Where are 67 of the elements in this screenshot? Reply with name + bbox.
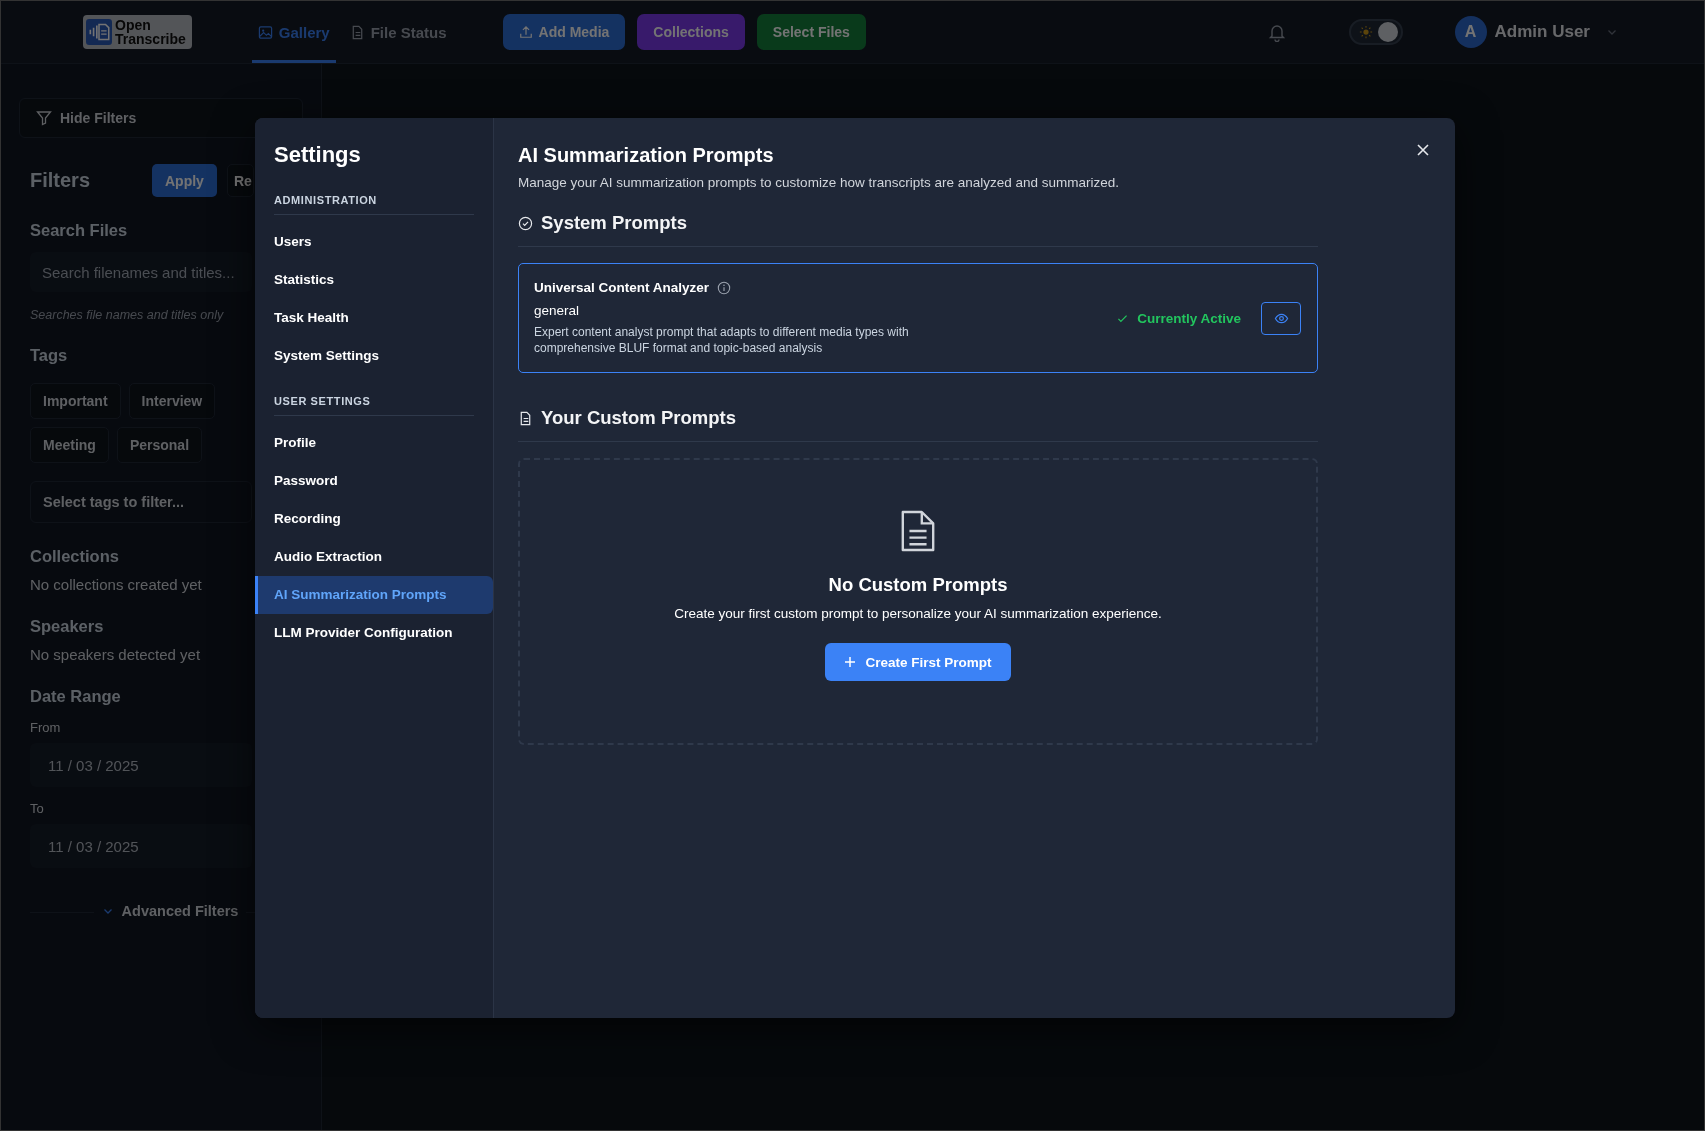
- field-label: To: [30, 801, 44, 816]
- section-heading: Tags: [30, 346, 68, 365]
- hide-filters-button[interactable]: Hide Filters: [19, 98, 303, 138]
- notification-bell-icon[interactable]: [1266, 22, 1287, 42]
- settings-menu-item[interactable]: Password: [255, 462, 493, 500]
- section-heading: Your Custom Prompts: [541, 407, 736, 429]
- check-circle-icon: [518, 215, 533, 231]
- header-button[interactable]: Collections: [637, 14, 745, 50]
- settings-menu-item[interactable]: Task Health: [255, 299, 493, 337]
- settings-menu-item[interactable]: AI Summarization Prompts: [255, 576, 493, 614]
- tag-chip[interactable]: Meeting: [30, 427, 109, 463]
- filter-icon: [36, 110, 52, 126]
- page-title: AI Summarization Prompts: [518, 144, 774, 167]
- section-label: USER SETTINGS: [274, 395, 474, 416]
- settings-menu-item[interactable]: Profile: [255, 424, 493, 462]
- prompt-name: Universal Content Analyzer: [534, 280, 710, 295]
- app-logo[interactable]: Open Transcribe: [83, 15, 192, 49]
- view-button[interactable]: [1261, 301, 1301, 335]
- document-icon: [899, 510, 937, 552]
- user-name: Admin User: [1494, 22, 1590, 42]
- sun-icon: [1358, 25, 1373, 39]
- settings-menu-item[interactable]: Audio Extraction: [255, 538, 493, 576]
- field-label: From: [30, 720, 61, 735]
- settings-menu-item[interactable]: Recording: [255, 500, 493, 538]
- create-prompt-button[interactable]: Create First Prompt: [825, 643, 1011, 681]
- reset-button[interactable]: Re: [226, 164, 254, 197]
- document-icon: [518, 410, 533, 426]
- image-icon: [257, 24, 273, 40]
- section-heading: Date Range: [30, 687, 121, 706]
- nav-tab[interactable]: File Status: [343, 1, 453, 63]
- user-menu[interactable]: A Admin User: [1454, 16, 1618, 48]
- settings-menu-item[interactable]: Users: [255, 223, 493, 261]
- tag-chip[interactable]: Important: [30, 383, 121, 419]
- plus-icon: [844, 656, 857, 668]
- empty-message: No collections created yet: [30, 576, 202, 593]
- filters-title: Filters: [30, 169, 92, 192]
- info-icon[interactable]: [717, 280, 732, 295]
- header-button[interactable]: Select Files: [756, 14, 866, 50]
- waveform-document-icon: [86, 19, 112, 45]
- tag-chip[interactable]: Personal: [116, 427, 203, 463]
- empty-title: No Custom Prompts: [828, 574, 1008, 596]
- empty-message: Create your first custom prompt to personalize your AI summarization experience.: [674, 606, 1162, 621]
- upload-icon: [518, 25, 533, 39]
- advanced-filters-toggle[interactable]: Advanced Filters: [93, 903, 247, 919]
- section-heading: Search Files: [30, 221, 128, 240]
- header-button[interactable]: Add Media: [502, 14, 626, 50]
- empty-message: No speakers detected yet: [30, 646, 201, 663]
- user-avatar: A: [1454, 16, 1487, 48]
- tag-select-field[interactable]: Select tags to filter...: [30, 481, 252, 523]
- section-heading: System Prompts: [541, 212, 687, 234]
- settings-menu-item[interactable]: System Settings: [255, 337, 493, 375]
- active-status: Currently Active: [1116, 310, 1241, 326]
- section-heading: Speakers: [30, 617, 104, 636]
- dialog-title: Settings: [273, 142, 362, 168]
- tag-chip[interactable]: Interview: [128, 383, 216, 419]
- settings-menu-item[interactable]: Statistics: [255, 261, 493, 299]
- logo-text: Transcribe: [115, 32, 186, 46]
- search-hint: Searches file names and titles only: [30, 308, 224, 322]
- section-heading: Collections: [30, 547, 119, 566]
- logo-text: Open: [115, 18, 151, 32]
- prompt-category: general: [534, 303, 581, 318]
- section-label: ADMINISTRATION: [274, 194, 474, 215]
- page-description: Manage your AI summarization prompts to customize how transcripts are analyzed and summarized.: [518, 175, 1120, 190]
- settings-menu-item[interactable]: LLM Provider Configuration: [255, 614, 493, 652]
- prompt-description: Expert content analyst prompt that adapts to different media types with comprehensive BLUF format and topic-based analysis: [534, 324, 910, 356]
- apply-button[interactable]: Apply: [152, 164, 217, 197]
- theme-toggle[interactable]: [1348, 19, 1403, 45]
